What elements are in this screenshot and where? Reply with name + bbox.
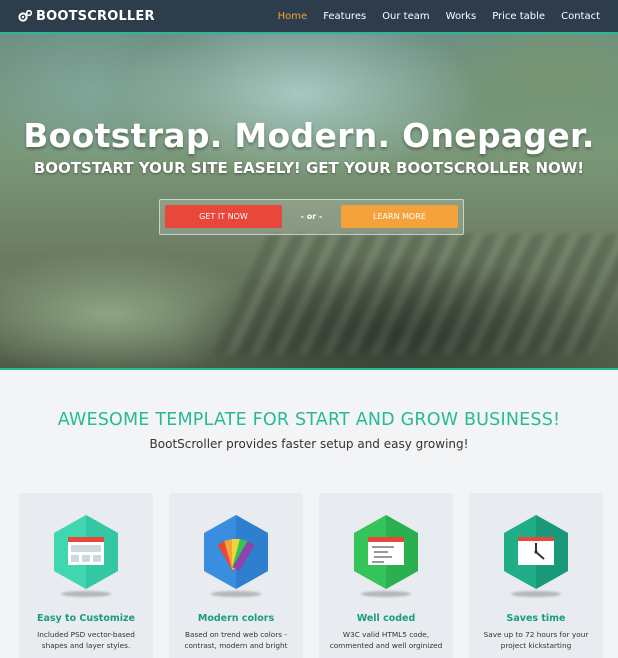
feature-cards: Easy to Customize Included PSD vector-ba… [19,493,605,658]
nav-features[interactable]: Features [315,11,374,22]
feature-title: Saves time [506,613,566,624]
nav-price-table[interactable]: Price table [484,11,553,22]
feature-title: Modern colors [197,613,275,624]
feature-description: Included PSD vector-based shapes and lay… [37,630,135,650]
hero-subtitle: BOOTSTART YOUR SITE EASELY! GET YOUR BOO… [33,159,585,177]
hero-section: Bootstrap. Modern. Onepager. BOOTSTART Y… [0,34,618,370]
hero-title: Bootstrap. Modern. Onepager. [23,116,595,155]
feature-description: Based on trend web colors - contrast, mo… [184,630,288,650]
feature-card: Saves time Save up to 72 hours for your … [469,493,603,658]
feature-card: Well coded W3C valid HTML5 code, comment… [319,493,453,658]
section-title: AWESOME TEMPLATE FOR START AND GROW BUSI… [57,410,561,430]
section-subtitle: BootScroller provides faster setup and e… [149,437,469,451]
code-document-icon [354,515,418,589]
navbar: BOOTSCROLLER Home Features Our team Work… [0,0,618,34]
icon-shadow [361,591,411,597]
feature-description: W3C valid HTML5 code, commented and well… [329,630,443,650]
icon-shadow [511,591,561,597]
feature-card: Modern colors Based on trend web colors … [169,493,303,658]
brand-name: BOOTSCROLLER [36,8,155,24]
nav-works[interactable]: Works [438,11,485,22]
feature-description: Save up to 72 hours for your project kic… [483,630,589,650]
nav-contact[interactable]: Contact [553,11,608,22]
nav-home[interactable]: Home [270,11,316,22]
feature-title: Well coded [356,613,416,624]
gears-icon [18,10,32,22]
cta-group: GET IT NOW - or - LEARN MORE [159,199,464,235]
color-swatch-icon [204,515,268,589]
hero-background-image [212,234,618,354]
clock-icon [504,515,568,589]
nav-our-team[interactable]: Our team [374,11,437,22]
feature-title: Easy to Customize [36,613,135,624]
main-nav: Home Features Our team Works Price table… [270,11,608,22]
learn-more-button[interactable]: LEARN MORE [341,205,458,228]
layout-icon [54,515,118,589]
brand-logo[interactable]: BOOTSCROLLER [18,9,155,24]
feature-card: Easy to Customize Included PSD vector-ba… [19,493,153,658]
icon-shadow [211,591,261,597]
icon-shadow [61,591,111,597]
cta-separator: - or - [300,212,323,221]
get-it-now-button[interactable]: GET IT NOW [165,205,282,228]
